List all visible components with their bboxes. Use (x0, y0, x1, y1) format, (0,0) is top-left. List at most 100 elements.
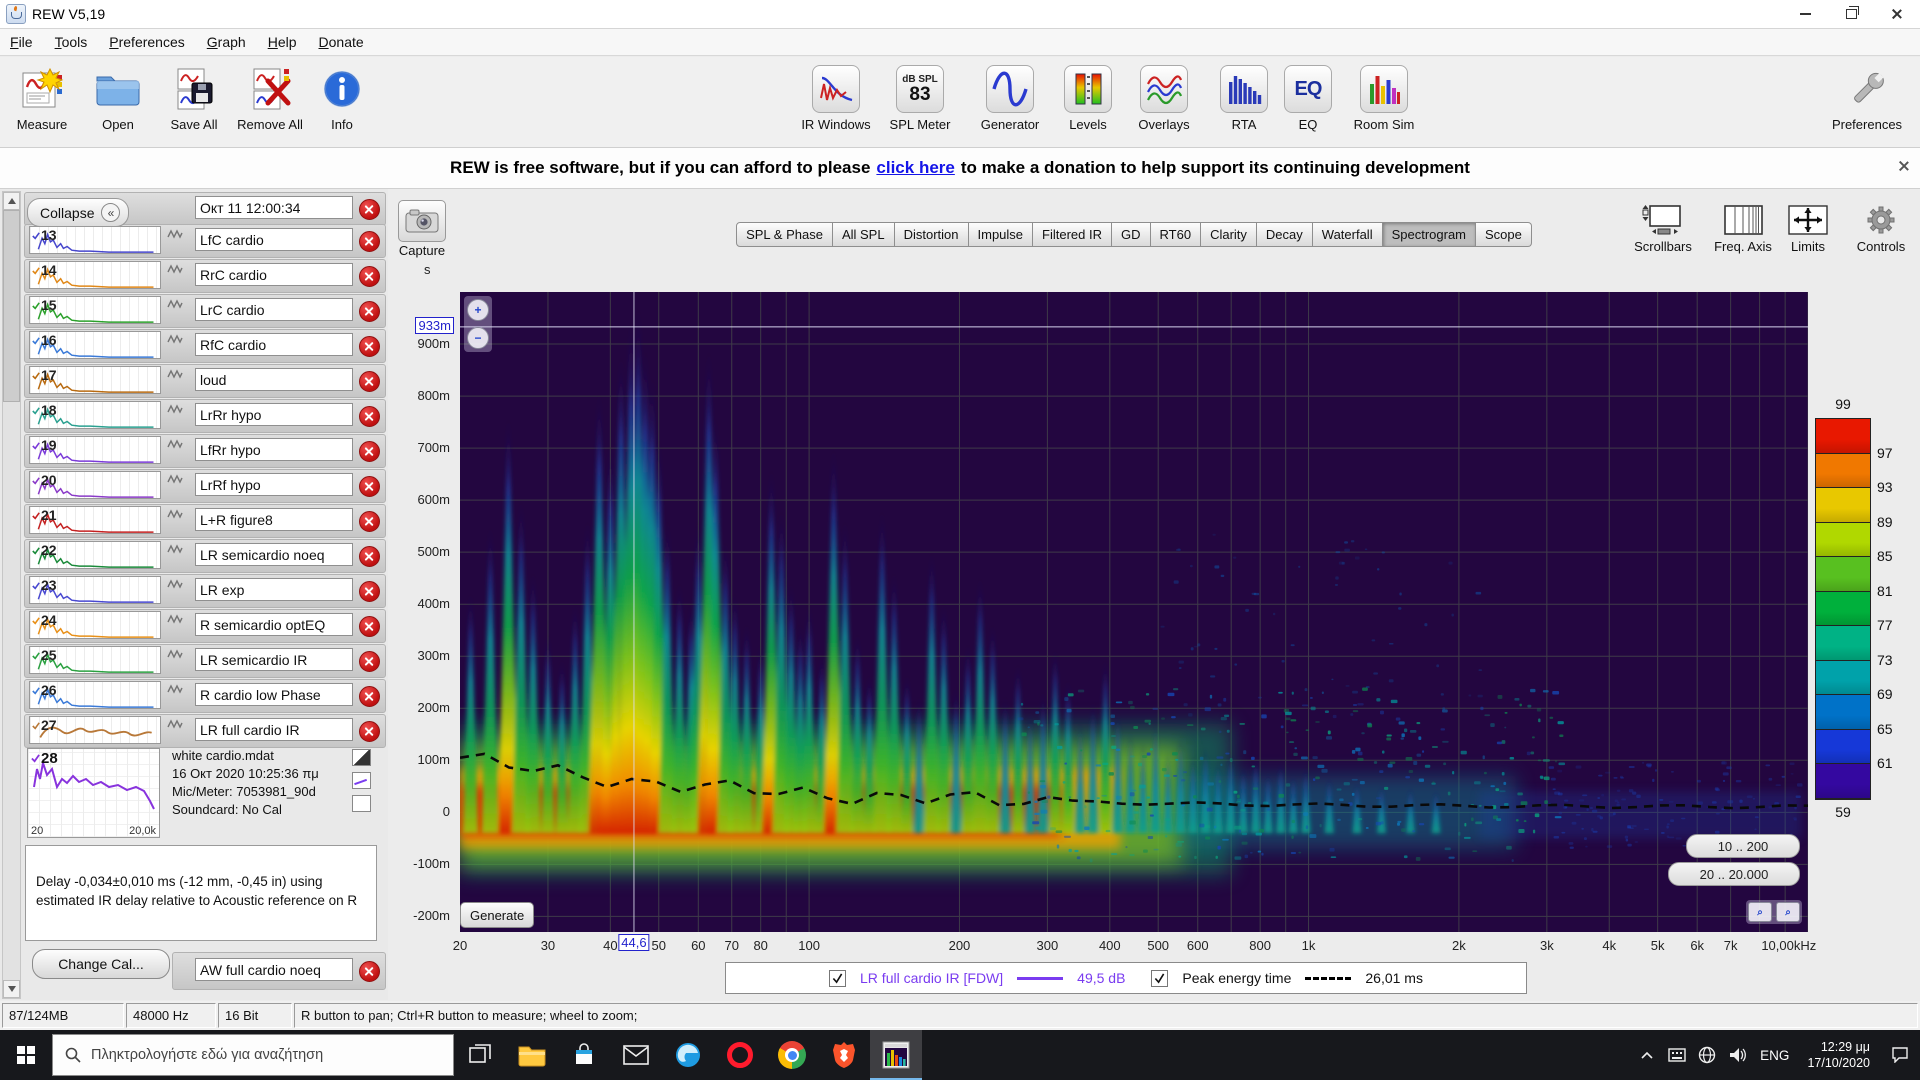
tab-impulse[interactable]: Impulse (968, 222, 1034, 247)
zoom-y-icon[interactable]: ⌕ (1776, 902, 1800, 922)
tab-distortion[interactable]: Distortion (894, 222, 969, 247)
measurement-thumbnail[interactable]: 19 (29, 436, 161, 464)
tab-waterfall[interactable]: Waterfall (1312, 222, 1383, 247)
chrome-button[interactable] (766, 1030, 818, 1080)
delete-measurement-button[interactable] (359, 371, 380, 392)
measurement-name-field[interactable]: LR semicardio noeq (195, 543, 353, 566)
change-cal-button[interactable]: Change Cal... (32, 949, 170, 979)
tab-filtered-ir[interactable]: Filtered IR (1033, 222, 1113, 247)
measurement-row-15[interactable]: 15 LrC cardio (24, 294, 386, 328)
close-button[interactable] (1874, 0, 1920, 28)
trace-checkbox[interactable] (829, 969, 847, 987)
tab-spl-phase[interactable]: SPL & Phase (736, 222, 833, 247)
range-button-10-200[interactable]: 10 .. 200 (1686, 834, 1800, 858)
tab-scope[interactable]: Scope (1476, 222, 1532, 247)
measurement-thumbnail[interactable]: 23 (29, 576, 161, 604)
spl-meter-button[interactable]: dB SPL 83 SPL Meter (884, 63, 956, 132)
zoom-x-icon[interactable]: ⌕ (1748, 902, 1772, 922)
measurement-name-field[interactable]: LrRf hypo (195, 473, 353, 496)
menu-preferences[interactable]: Preferences (109, 34, 185, 50)
menu-tools[interactable]: Tools (55, 34, 88, 50)
measurement-row-17[interactable]: 17 loud (24, 364, 386, 398)
menu-graph[interactable]: Graph (207, 34, 246, 50)
measurement-row-partial-bottom[interactable]: AW full cardio noeq (172, 952, 386, 990)
edge-button[interactable] (662, 1030, 714, 1080)
tab-all-spl[interactable]: All SPL (832, 222, 895, 247)
delete-measurement-button[interactable] (359, 546, 380, 567)
delete-measurement-button[interactable] (359, 336, 380, 357)
spectrogram-canvas[interactable] (459, 292, 1809, 932)
measurement-thumbnail[interactable]: 20 (29, 471, 161, 499)
delete-measurement-button[interactable] (359, 406, 380, 427)
menu-help[interactable]: Help (268, 34, 297, 50)
measurement-name-field[interactable]: LrRr hypo (195, 403, 353, 426)
spectrogram-plot[interactable]: + − Generate 10 .. 200 20 .. 20.000 ⌕ ⌕ (459, 292, 1809, 932)
task-view-button[interactable] (454, 1030, 506, 1080)
tab-clarity[interactable]: Clarity (1201, 222, 1257, 247)
measurement-thumbnail[interactable]: 18 (29, 401, 161, 429)
selected-measurement-thumbnail[interactable]: 28 20 20,0k (27, 748, 160, 838)
ir-windows-button[interactable]: IR Windows (800, 63, 872, 132)
levels-button[interactable]: Levels (1052, 63, 1124, 132)
info-button[interactable]: Info (318, 63, 366, 132)
measurement-row-22[interactable]: 22 LR semicardio noeq (24, 539, 386, 573)
measurement-row-13[interactable]: 13 LfC cardio (24, 224, 386, 258)
measurement-name-field[interactable]: LR full cardio IR (195, 718, 353, 741)
eq-button[interactable]: EQ EQ (1284, 63, 1332, 132)
scroll-up-button[interactable] (3, 192, 20, 210)
tab-decay[interactable]: Decay (1256, 222, 1313, 247)
delete-measurement-button[interactable] (359, 721, 380, 742)
soundcard-cal-icon[interactable] (352, 795, 371, 812)
rew-taskbar-button[interactable] (870, 1030, 922, 1080)
measurement-name-field[interactable]: LfRr hypo (195, 438, 353, 461)
measurement-name-field[interactable]: R cardio low Phase (195, 683, 353, 706)
measurement-name-field[interactable]: Окт 11 12:00:34 (195, 196, 353, 219)
delete-measurement-button[interactable] (359, 511, 380, 532)
measurement-thumbnail[interactable]: 22 (29, 541, 161, 569)
measurement-row-19[interactable]: 19 LfRr hypo (24, 434, 386, 468)
opera-button[interactable] (714, 1030, 766, 1080)
measurement-thumbnail[interactable]: 14 (29, 261, 161, 289)
measurement-row-24[interactable]: 24 R semicardio optEQ (24, 609, 386, 643)
delete-measurement-button[interactable] (359, 231, 380, 252)
delete-measurement-button[interactable] (359, 199, 380, 220)
measurement-row-14[interactable]: 14 RrC cardio (24, 259, 386, 293)
measurement-row-27[interactable]: 27 LR full cardio IR (24, 714, 386, 748)
start-button[interactable] (0, 1030, 52, 1080)
controls-button[interactable]: Controls (1846, 204, 1916, 254)
taskbar-clock[interactable]: 12:29 μμ 17/10/2020 (1797, 1039, 1880, 1071)
measurement-thumbnail[interactable]: 21 (29, 506, 161, 534)
delete-measurement-button[interactable] (359, 266, 380, 287)
generator-button[interactable]: Generator (974, 63, 1046, 132)
measurement-name-field[interactable]: AW full cardio noeq (195, 958, 353, 981)
scrollbar-thumb[interactable] (3, 210, 20, 402)
donate-link[interactable]: click here (876, 158, 954, 178)
peak-energy-checkbox[interactable] (1151, 969, 1169, 987)
measurement-thumbnail[interactable]: 27 (29, 716, 161, 744)
measurement-thumbnail[interactable]: 26 (29, 681, 161, 709)
measurement-thumbnail[interactable]: 17 (29, 366, 161, 394)
delete-measurement-button[interactable] (359, 651, 380, 672)
taskbar-search-input[interactable]: Πληκτρολογήστε εδώ για αναζήτηση (52, 1034, 454, 1076)
menu-donate[interactable]: Donate (319, 34, 364, 50)
measurement-row-16[interactable]: 16 RfC cardio (24, 329, 386, 363)
tab-rt60[interactable]: RT60 (1150, 222, 1202, 247)
freq-axis-button[interactable]: Freq. Axis (1700, 204, 1786, 254)
tab-gd[interactable]: GD (1112, 222, 1151, 247)
measurement-name-field[interactable]: R semicardio optEQ (195, 613, 353, 636)
store-button[interactable] (558, 1030, 610, 1080)
delete-measurement-button[interactable] (359, 441, 380, 462)
zoom-out-icon[interactable]: − (467, 327, 489, 349)
minimize-button[interactable] (1782, 0, 1828, 28)
save-all-button[interactable]: Save All (158, 63, 230, 132)
network-icon[interactable] (1692, 1030, 1722, 1080)
measurement-row-26[interactable]: 26 R cardio low Phase (24, 679, 386, 713)
measurement-name-field[interactable]: RfC cardio (195, 333, 353, 356)
delete-measurement-button[interactable] (359, 476, 380, 497)
zoom-in-icon[interactable]: + (467, 299, 489, 321)
measurement-thumbnail[interactable]: 15 (29, 296, 161, 324)
measurement-name-field[interactable]: LR exp (195, 578, 353, 601)
overlays-button[interactable]: Overlays (1128, 63, 1200, 132)
delete-measurement-button[interactable] (359, 616, 380, 637)
measurement-thumbnail[interactable]: 16 (29, 331, 161, 359)
